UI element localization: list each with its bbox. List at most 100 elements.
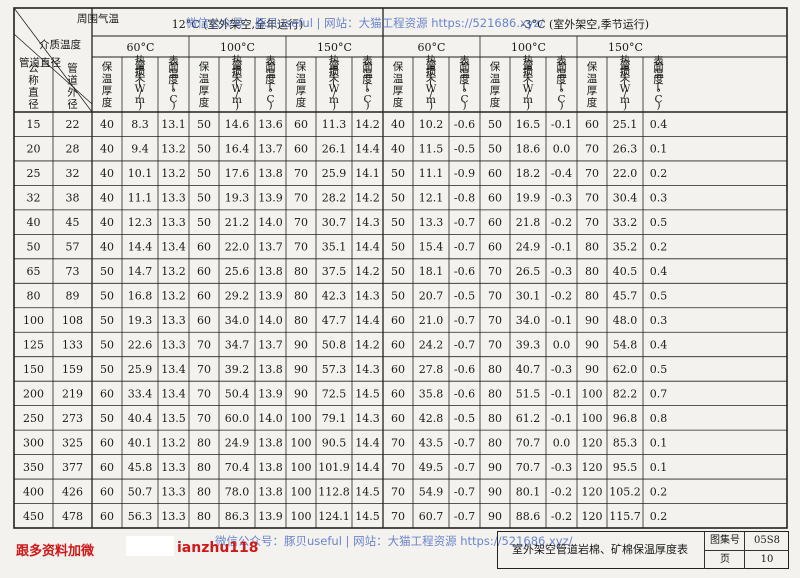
table-cell: 50 [100,314,114,327]
table-cell: 50 [100,363,114,376]
table-cell: 13.9 [258,387,283,400]
table-cell: -0.6 [454,363,475,376]
table-cell: 15.4 [419,241,444,254]
table-cell: 14.0 [258,216,283,229]
table-cell: 19.9 [516,192,541,205]
table-cell: 14.4 [355,143,380,156]
table-cell: 42.3 [322,290,347,303]
page-number: 10 [744,550,789,569]
table-cell: 120 [582,485,603,498]
table-cell: 34.0 [225,314,250,327]
table-cell: 13.2 [161,143,186,156]
table-cell: -0.2 [551,216,572,229]
watermark-top: 微信公众号：豚贝useful | 网站：大猫工程资源 https://52168… [186,16,544,30]
table-cell: 10.2 [419,118,444,131]
table-cell: 13.9 [258,290,283,303]
table-cell: 100 [291,510,312,523]
table-cell: 60 [488,241,502,254]
corner-label-ambient: 周围气温 [77,12,119,25]
table-cell: 25 [27,167,41,180]
table-cell: 22 [66,118,80,131]
table-cell: 60 [488,216,502,229]
table-cell: 16.8 [128,290,153,303]
table-cell: 90 [294,387,308,400]
table-cell: -0.2 [551,290,572,303]
table-cell: -0.7 [454,461,475,474]
table-cell: 28 [66,143,80,156]
table-cell: 101.9 [318,461,350,474]
table-cell: -0.7 [454,314,475,327]
medium-temp-header: 150°C [317,41,352,54]
table-cell: 50 [391,192,405,205]
table-cell: 0.4 [650,265,668,278]
table-cell: 40 [100,192,114,205]
table-cell: 51.5 [516,387,541,400]
table-cell: 300 [23,436,44,449]
table-cell: 90 [294,363,308,376]
table-cell: 0.3 [650,192,668,205]
table-cell: 0.0 [553,436,571,449]
table-cell: -0.7 [454,485,475,498]
atlas-label: 图集号 [704,532,745,550]
table-cell: 35.2 [613,241,638,254]
table-cell: 0.1 [650,143,668,156]
table-cell: 14.5 [355,485,380,498]
table-cell: 350 [23,461,44,474]
col-header-surface-temp: 表面温度(° C) [168,54,179,112]
table-cell: 11.5 [419,143,444,156]
table-cell: 24.9 [516,241,541,254]
table-cell: 13.8 [258,265,283,278]
table-cell: 0.2 [650,485,668,498]
table-cell: 38 [66,192,80,205]
table-cell: 80 [197,485,211,498]
table-cell: 61.2 [516,412,541,425]
table-cell: 80 [27,290,41,303]
table-cell: 250 [23,412,44,425]
table-cell: 80 [294,314,308,327]
table-cell: 56.3 [128,510,153,523]
table-cell: 28.2 [322,192,347,205]
table-cell: 90 [488,461,502,474]
table-cell: 100 [291,436,312,449]
table-cell: 50 [197,167,211,180]
table-cell: 20 [27,143,41,156]
table-cell: 90 [488,485,502,498]
table-cell: 60 [100,485,114,498]
table-cell: 22.0 [613,167,638,180]
table-cell: 50 [391,241,405,254]
table-cell: 50 [391,290,405,303]
table-cell: 24.2 [419,338,444,351]
title-block: 室外架空管道岩棉、矿棉保温厚度表 图集号 05S8 页 10 [497,531,789,569]
table-cell: 14.0 [258,412,283,425]
table-cell: 40 [100,118,114,131]
table-cell: 70 [294,216,308,229]
table-cell: 33.2 [613,216,638,229]
table-cell: 13.2 [161,265,186,278]
table-cell: 14.3 [355,412,380,425]
table-cell: 13.3 [161,461,186,474]
table-cell: 26.5 [516,265,541,278]
table-cell: 26.1 [322,143,347,156]
table-cell: 70 [294,167,308,180]
table-cell: 86.3 [225,510,250,523]
table-cell: 60 [391,314,405,327]
table-cell: 70 [197,363,211,376]
table-cell: 0.5 [650,363,668,376]
table-cell: 40 [27,216,41,229]
medium-temp-header: 100°C [220,41,255,54]
table-cell: 80 [197,436,211,449]
table-cell: 13.8 [258,436,283,449]
table-cell: 45.7 [613,290,638,303]
table-cell: 13.8 [258,363,283,376]
table-cell: 40 [391,143,405,156]
col-header-surface-temp: 表面温度(° C) [556,54,567,112]
table-cell: 70 [585,167,599,180]
table-cell: 50.7 [128,485,153,498]
table-cell: 21.2 [225,216,250,229]
atlas-number: 05S8 [744,532,789,550]
table-cell: 90 [585,363,599,376]
table-cell: 219 [62,387,83,400]
table-cell: 8.3 [131,118,149,131]
table-cell: -0.5 [454,290,475,303]
table-cell: 13.3 [161,338,186,351]
